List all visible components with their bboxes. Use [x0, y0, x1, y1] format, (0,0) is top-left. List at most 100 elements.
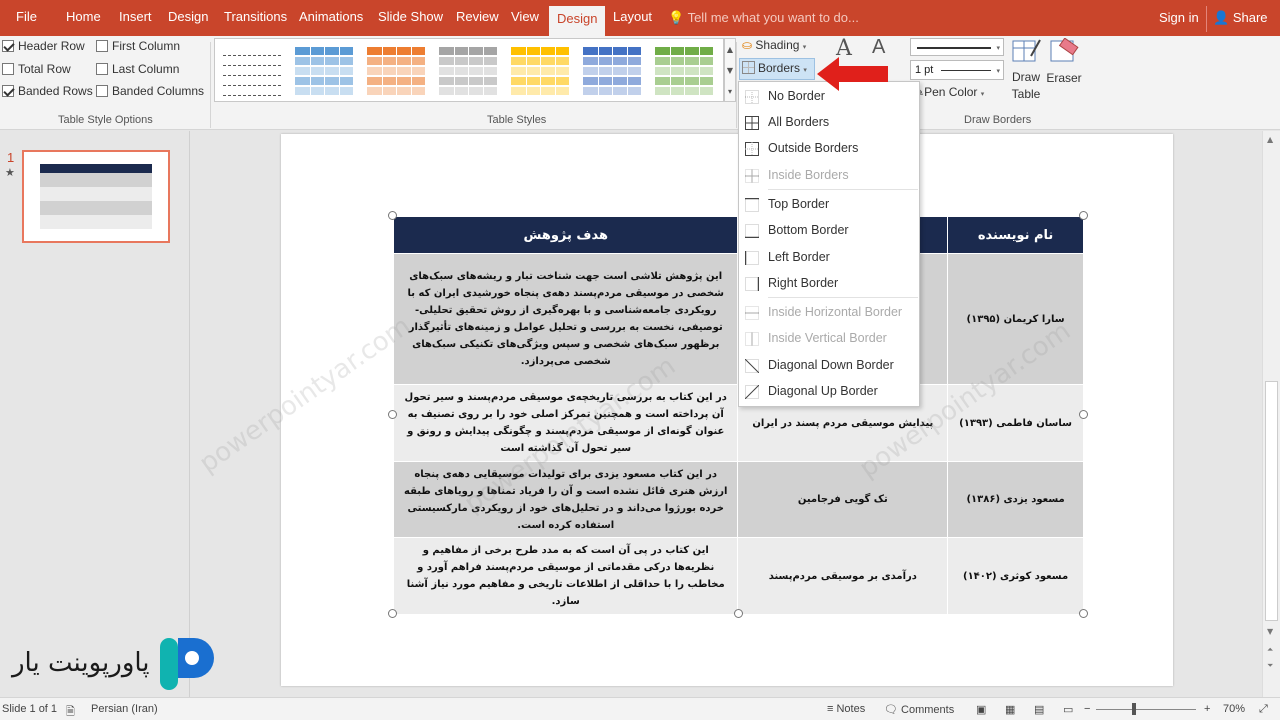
share-button[interactable]: 👤 Share: [1206, 6, 1274, 32]
menu-item-bottom-border[interactable]: Bottom Border: [739, 218, 919, 244]
checkbox-total-row[interactable]: Total Row: [2, 62, 71, 76]
checkbox-first-column[interactable]: First Column: [96, 39, 180, 53]
tab-slide-show[interactable]: Slide Show: [378, 9, 443, 24]
menu-item-right-border[interactable]: Right Border: [739, 271, 919, 297]
zoom-slider-thumb[interactable]: [1132, 703, 1136, 715]
tab-insert[interactable]: Insert: [119, 9, 152, 24]
fit-to-window-icon[interactable]: ⤢: [1259, 703, 1268, 716]
menu-item-outside-borders[interactable]: Outside Borders: [739, 136, 919, 162]
pen-style-dropdown[interactable]: ▾: [910, 38, 1004, 56]
scroll-thumb[interactable]: [1265, 381, 1278, 621]
resize-handle[interactable]: [388, 410, 397, 419]
tab-view[interactable]: View: [511, 9, 539, 24]
cell-goal[interactable]: در این کتاب مسعود یزدی برای تولیدات موسی…: [392, 461, 739, 538]
left-border-icon: [745, 251, 759, 265]
resize-handle[interactable]: [734, 609, 743, 618]
group-label-draw-borders: Draw Borders: [964, 114, 1032, 126]
resize-handle[interactable]: [1079, 211, 1088, 220]
inside-horizontal-border-icon: [745, 306, 759, 320]
checkbox-header-row[interactable]: Header Row: [2, 39, 85, 53]
borders-button[interactable]: Borders ▾: [739, 58, 815, 80]
vertical-scrollbar[interactable]: ▲ ▼ ⏶ ⏷: [1262, 131, 1280, 697]
draw-table-button[interactable]: Draw Table: [1010, 38, 1042, 103]
group-divider: [736, 42, 737, 128]
menu-item-diagonal-down-border[interactable]: Diagonal Down Border: [739, 353, 919, 379]
slide-sorter-icon[interactable]: ▦: [1005, 703, 1015, 716]
spellcheck-icon[interactable]: 🗎: [66, 703, 75, 720]
cell-goal[interactable]: این کتاب در پی آن است که به مدد طرح برخی…: [392, 537, 739, 615]
pen-color-button[interactable]: ✎Pen Color ▾: [914, 85, 984, 99]
gallery-scroll[interactable]: ▲ ▼ ▾: [724, 38, 736, 102]
normal-view-icon[interactable]: ▣: [976, 703, 986, 716]
header-row-label: Header Row: [18, 39, 85, 53]
resize-handle[interactable]: [1079, 609, 1088, 618]
table-style-thumbnail[interactable]: [295, 47, 353, 96]
checkbox-banded-rows[interactable]: Banded Rows: [2, 84, 93, 98]
table-style-thumbnail[interactable]: [511, 47, 569, 96]
table-style-thumbnail[interactable]: [439, 47, 497, 96]
resize-handle[interactable]: [388, 609, 397, 618]
tab-design[interactable]: Design: [168, 9, 208, 24]
checkbox-icon: [96, 85, 108, 97]
tab-file[interactable]: File: [16, 9, 37, 24]
checkbox-icon: [2, 63, 14, 75]
cell-goal[interactable]: این پژوهش تلاشی است جهت شناخت تبار و ریش…: [392, 253, 739, 385]
eraser-button[interactable]: Eraser: [1046, 37, 1082, 89]
sign-in-link[interactable]: Sign in: [1159, 10, 1199, 25]
resize-handle[interactable]: [388, 211, 397, 220]
zoom-slider[interactable]: [1096, 709, 1196, 710]
shading-button[interactable]: ⛀ Shading ▾: [742, 38, 806, 52]
tell-me-search[interactable]: 💡 Tell me what you want to do...: [668, 10, 859, 26]
scroll-down-icon[interactable]: ▼: [1267, 627, 1273, 636]
cell-author[interactable]: مسعود کوثری (۱۴۰۲): [947, 537, 1084, 615]
comments-button[interactable]: 🗨 Comments: [884, 703, 954, 716]
menu-label: Top Border: [768, 197, 830, 211]
menu-item-inside-horizontal-border: Inside Horizontal Border: [739, 300, 919, 326]
slideshow-view-icon[interactable]: ▭: [1063, 703, 1073, 716]
prev-slide-icon[interactable]: ⏶: [1267, 645, 1273, 655]
zoom-out-icon[interactable]: −: [1084, 703, 1090, 715]
menu-item-all-borders[interactable]: All Borders: [739, 110, 919, 136]
table-style-thumbnail[interactable]: [655, 47, 713, 96]
menu-item-top-border[interactable]: Top Border: [739, 192, 919, 218]
eraser-icon: [1050, 37, 1079, 62]
table-style-thumbnail[interactable]: [223, 47, 281, 96]
cell-author[interactable]: سارا کریمان (۱۳۹۵): [947, 253, 1084, 385]
slide-thumbnail[interactable]: [22, 150, 170, 243]
resize-handle[interactable]: [1079, 410, 1088, 419]
top-border-icon: [745, 198, 759, 212]
menu-item-diagonal-up-border[interactable]: Diagonal Up Border: [739, 379, 919, 405]
checkbox-last-column[interactable]: Last Column: [96, 62, 179, 76]
cell-author[interactable]: مسعود یزدی (۱۳۸۶): [947, 461, 1084, 538]
zoom-in-icon[interactable]: +: [1204, 703, 1210, 715]
header-author[interactable]: نام نویسنده: [947, 216, 1084, 254]
tab-home[interactable]: Home: [66, 9, 101, 24]
menu-item-left-border[interactable]: Left Border: [739, 245, 919, 271]
table-row: مسعود کوثری (۱۴۰۲) درآمدی بر موسیقی مردم…: [392, 537, 1084, 615]
tab-table-layout[interactable]: Layout: [613, 9, 652, 24]
slide-counter: Slide 1 of 1: [2, 703, 58, 715]
checkbox-banded-columns[interactable]: Banded Columns: [96, 84, 204, 98]
table-styles-gallery[interactable]: [214, 38, 724, 102]
table-style-thumbnail[interactable]: [583, 47, 641, 96]
scroll-up-icon[interactable]: ▲: [1267, 135, 1273, 144]
right-border-icon: [745, 277, 759, 291]
tab-transitions[interactable]: Transitions: [224, 9, 287, 24]
tab-animations[interactable]: Animations: [299, 9, 363, 24]
cell-title[interactable]: تک گویی فرجامین: [737, 461, 949, 538]
logo-text: پاورپوینت یار: [12, 648, 150, 678]
tab-table-design[interactable]: Design: [549, 6, 606, 36]
cell-goal[interactable]: در این کتاب به بررسی تاریخچه‌ی موسیقی مر…: [392, 384, 739, 462]
menu-label: Diagonal Down Border: [768, 358, 894, 372]
tab-review[interactable]: Review: [456, 9, 499, 24]
pen-weight-dropdown[interactable]: 1 pt ▾: [910, 60, 1004, 80]
language-indicator[interactable]: Persian (Iran): [91, 703, 158, 715]
cell-title[interactable]: درآمدی بر موسیقی مردم‌پسند: [737, 537, 949, 615]
reading-view-icon[interactable]: ▤: [1034, 703, 1044, 716]
cell-author[interactable]: ساسان فاطمی (۱۳۹۳): [947, 384, 1084, 462]
zoom-level[interactable]: 70%: [1223, 703, 1245, 715]
header-goal[interactable]: هدف پژوهش: [392, 216, 739, 254]
table-style-thumbnail[interactable]: [367, 47, 425, 96]
notes-button[interactable]: ≡ Notes: [827, 703, 865, 715]
next-slide-icon[interactable]: ⏷: [1267, 661, 1273, 671]
